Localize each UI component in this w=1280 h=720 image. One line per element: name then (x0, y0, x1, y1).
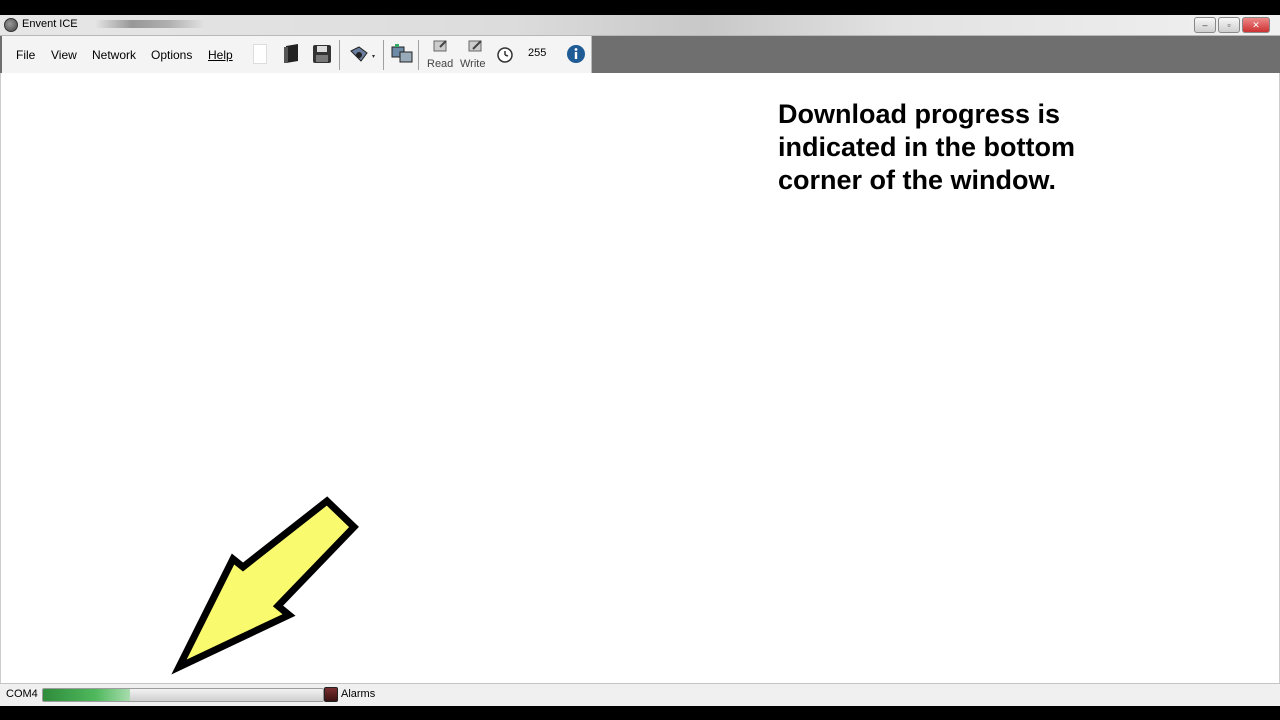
menu-network[interactable]: Network (92, 48, 136, 62)
app-window: Envent ICE – ▫ ✕ File View Network Optio… (0, 15, 1280, 706)
toolbar-separator (383, 40, 384, 70)
alarms-label[interactable]: Alarms (341, 688, 375, 700)
title-bar-blur (95, 20, 205, 28)
toolbar-separator (418, 40, 419, 70)
save-disk-icon[interactable] (312, 44, 332, 64)
menu-help[interactable]: Help (208, 48, 233, 62)
open-book-icon[interactable] (283, 44, 301, 64)
menu-view[interactable]: View (51, 48, 77, 62)
toolbar-separator (339, 40, 340, 70)
menu-options[interactable]: Options (151, 48, 192, 62)
clock-icon[interactable] (496, 45, 514, 63)
close-button[interactable]: ✕ (1242, 17, 1270, 33)
maximize-button[interactable]: ▫ (1218, 17, 1240, 33)
device-scan-icon[interactable] (347, 43, 377, 65)
blank-document-icon[interactable] (253, 44, 267, 64)
address-value[interactable]: 255 (528, 47, 546, 59)
download-progress-bar (42, 688, 324, 702)
network-connect-icon[interactable] (390, 43, 414, 65)
read-icon[interactable] (432, 38, 450, 54)
window-title: Envent ICE (22, 18, 78, 30)
status-bar: COM4 Alarms (0, 683, 1280, 706)
pointer-arrow-icon (171, 496, 359, 675)
toolbar-panel: File View Network Options Help Read Writ… (2, 36, 592, 73)
info-icon[interactable] (566, 44, 586, 64)
menu-file[interactable]: File (16, 48, 35, 62)
com-port-label: COM4 (6, 688, 38, 700)
minimize-button[interactable]: – (1194, 17, 1216, 33)
progress-fill (43, 689, 130, 701)
window-controls: – ▫ ✕ (1194, 17, 1270, 33)
write-label[interactable]: Write (460, 58, 485, 70)
read-label[interactable]: Read (427, 58, 453, 70)
annotation-text: Download progress is indicated in the bo… (778, 99, 1075, 195)
title-bar: Envent ICE – ▫ ✕ (0, 15, 1280, 36)
main-content: Download progress is indicated in the bo… (0, 73, 1280, 683)
alarm-icon[interactable] (324, 687, 338, 702)
toolbar: File View Network Options Help Read Writ… (0, 36, 1280, 73)
write-icon[interactable] (467, 38, 485, 54)
app-logo-icon (4, 18, 18, 32)
